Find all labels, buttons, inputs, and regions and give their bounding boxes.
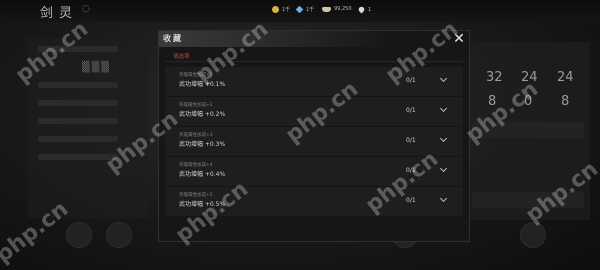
- gem-icon: [295, 5, 304, 14]
- chevron-down-icon[interactable]: [439, 135, 449, 145]
- option-label: 武功增幅 +0.3%: [179, 141, 226, 148]
- option-label: 武功增幅 +0.4%: [179, 171, 226, 178]
- currency-ingot-value: 99,250: [334, 6, 352, 12]
- top-hud-bar: 剑灵 ◌ 1千 1千 99,250 1: [0, 0, 600, 22]
- option-tag: 英雄属性加成+4: [179, 163, 213, 168]
- left-list-row: [38, 100, 118, 106]
- water-drop-icon: [357, 5, 366, 14]
- left-list-row: [38, 82, 118, 88]
- modal-title: 收藏: [163, 33, 183, 43]
- option-count: 0/1: [406, 107, 416, 114]
- chevron-down-icon[interactable]: [439, 195, 449, 205]
- right-stat-bottom: 8: [561, 94, 570, 109]
- right-stat-top: 24: [557, 70, 574, 85]
- bottom-action-button[interactable]: [66, 222, 92, 248]
- game-title: 剑灵: [40, 6, 79, 21]
- left-list-row: [38, 118, 118, 124]
- currency-drop[interactable]: 1: [357, 5, 372, 14]
- option-count: 0/1: [406, 197, 416, 204]
- currency-gold[interactable]: 1千: [272, 6, 290, 13]
- currency-gold-value: 1千: [282, 7, 291, 13]
- chevron-down-icon[interactable]: [439, 75, 449, 85]
- title-dropdown-icon[interactable]: ◌: [82, 4, 90, 14]
- section-label: 清选项: [173, 54, 190, 60]
- currency-ingot[interactable]: 99,250: [322, 6, 352, 12]
- bottom-action-button[interactable]: [520, 222, 546, 248]
- silver-ingot-icon: [322, 6, 331, 12]
- left-list-row: [38, 136, 118, 142]
- right-stat-top: 32: [486, 70, 503, 85]
- gold-coin-icon: [272, 6, 279, 13]
- chevron-down-icon[interactable]: [439, 105, 449, 115]
- option-tag: 英雄属性加成+3: [179, 133, 213, 138]
- left-panel-heading-blurred: ▒▒▒: [82, 62, 112, 73]
- option-label: 武功增幅 +0.2%: [179, 111, 226, 118]
- currency-drop-value: 1: [368, 6, 372, 13]
- bottom-action-button[interactable]: [106, 222, 132, 248]
- option-tag: 英雄属性加成+5: [179, 193, 213, 198]
- currency-gem[interactable]: 1千: [295, 5, 315, 14]
- option-tag: 英雄属性加成+2: [179, 103, 213, 108]
- option-count: 0/1: [406, 137, 416, 144]
- currency-gem-value: 1千: [306, 7, 315, 13]
